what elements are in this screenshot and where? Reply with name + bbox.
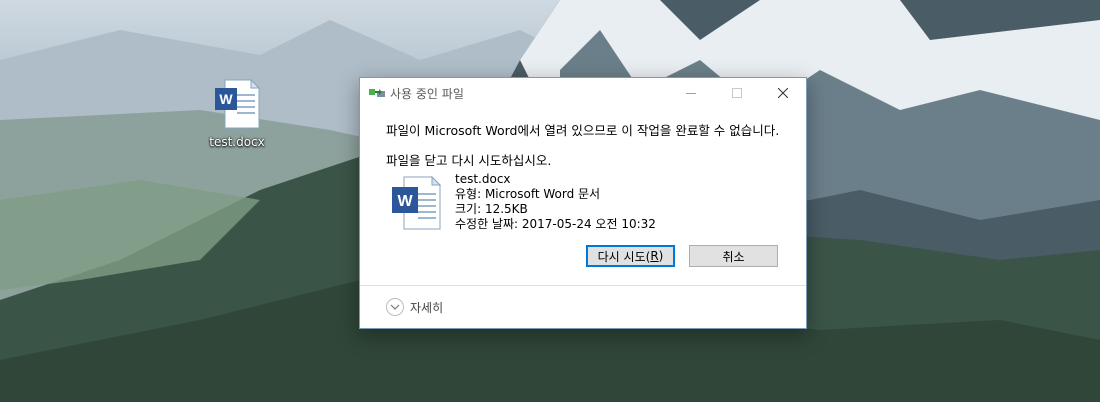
desktop-file-label: test.docx <box>209 135 265 149</box>
file-in-use-icon <box>369 89 385 97</box>
retry-label-key: R <box>650 249 659 263</box>
word-document-icon: W <box>215 78 261 129</box>
maximize-icon <box>732 88 742 98</box>
chevron-down-icon <box>386 298 404 316</box>
message-primary: 파일이 Microsoft Word에서 열려 있으므로 이 작업을 완료할 수… <box>386 123 780 138</box>
file-modified: 수정한 날짜: 2017-05-24 오전 10:32 <box>455 217 656 231</box>
close-button[interactable] <box>760 78 806 108</box>
details-toggle[interactable]: 자세히 <box>386 298 443 316</box>
minimize-button[interactable] <box>668 78 714 108</box>
file-size: 크기: 12.5KB <box>455 202 528 216</box>
minimize-icon <box>686 93 696 94</box>
file-in-use-dialog: 사용 중인 파일 파일이 Microsoft Word에서 열려 있으므로 이 … <box>359 77 807 329</box>
retry-label-pre: 다시 시도( <box>597 249 651 264</box>
retry-button[interactable]: 다시 시도(R) <box>586 245 675 267</box>
details-label: 자세히 <box>410 300 444 315</box>
dialog-title: 사용 중인 파일 <box>390 87 464 101</box>
message-secondary: 파일을 닫고 다시 시도하십시오. <box>386 153 552 168</box>
dialog-titlebar[interactable]: 사용 중인 파일 <box>360 78 806 108</box>
svg-text:W: W <box>219 91 233 107</box>
file-name: test.docx <box>455 172 511 186</box>
file-info: test.docx 유형: Microsoft Word 문서 크기: 12.5… <box>455 172 656 232</box>
cancel-button[interactable]: 취소 <box>689 245 778 267</box>
divider <box>360 285 806 286</box>
retry-label-post: ) <box>658 249 664 263</box>
svg-text:W: W <box>397 193 413 210</box>
maximize-button[interactable] <box>714 78 760 108</box>
word-document-icon: W <box>392 175 442 230</box>
close-icon <box>778 88 788 98</box>
file-type: 유형: Microsoft Word 문서 <box>455 187 601 201</box>
desktop-file-test-docx[interactable]: W test.docx <box>204 78 270 149</box>
